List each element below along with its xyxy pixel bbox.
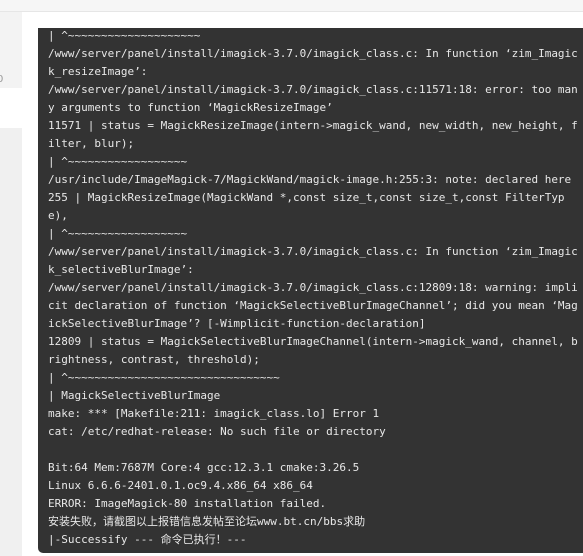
terminal-line: Bit:64 Mem:7687M Core:4 gcc:12.3.1 cmake… <box>48 461 360 474</box>
terminal-line: | ^~~~~~~~~~~~~~~~~~~~~ <box>48 29 201 42</box>
terminal-line: cat: /etc/redhat-release: No such file o… <box>48 425 386 438</box>
terminal-line: ERROR: ImageMagick-80 installation faile… <box>48 497 327 510</box>
terminal-line: |-Successify --- 命令已执行！--- <box>48 533 247 546</box>
terminal-line: | MagickSelectiveBlurImage <box>48 389 221 402</box>
terminal-line: make: *** [Makefile:211: imagick_class.l… <box>48 407 380 420</box>
terminal-line: | ^~~~~~~~~~~~~~~~~~~ <box>48 227 188 240</box>
terminal-line: | ^~~~~~~~~~~~~~~~~~~~~~~~~~~~~~~~~ <box>48 371 280 384</box>
terminal-line: /www/server/panel/install/imagick-3.7.0/… <box>48 47 578 78</box>
top-bar <box>0 0 583 12</box>
terminal-line: /www/server/panel/install/imagick-3.7.0/… <box>48 245 578 276</box>
sidebar-panel-lower <box>0 128 22 556</box>
terminal-line: 12809 | status = MagickSelectiveBlurImag… <box>48 335 578 366</box>
terminal-line: 255 | MagickResizeImage(MagickWand *,con… <box>48 191 565 222</box>
terminal-output[interactable]: | ^~~~~~~~~~~~~~~~~~~~~ /www/server/panel… <box>38 28 583 553</box>
sidebar-partial-text: 0 <box>0 74 4 85</box>
terminal-line: /www/server/panel/install/imagick-3.7.0/… <box>48 281 578 330</box>
terminal-line: Linux 6.6.6-2401.0.1.oc9.4.x86_64 x86_64 <box>48 479 313 492</box>
terminal-line: /www/server/panel/install/imagick-3.7.0/… <box>48 83 578 114</box>
terminal-line: /usr/include/ImageMagick-7/MagickWand/ma… <box>48 173 572 186</box>
sidebar-gap <box>0 88 22 128</box>
terminal-lines: | ^~~~~~~~~~~~~~~~~~~~~ /www/server/panel… <box>48 28 578 549</box>
sidebar-panel: 0 <box>0 12 22 88</box>
terminal-line: 安装失败，请截图以上报错信息发帖至论坛www.bt.cn/bbs求助 <box>48 515 366 528</box>
terminal-line: 11571 | status = MagickResizeImage(inter… <box>48 119 578 150</box>
terminal-line: | ^~~~~~~~~~~~~~~~~~~ <box>48 155 188 168</box>
